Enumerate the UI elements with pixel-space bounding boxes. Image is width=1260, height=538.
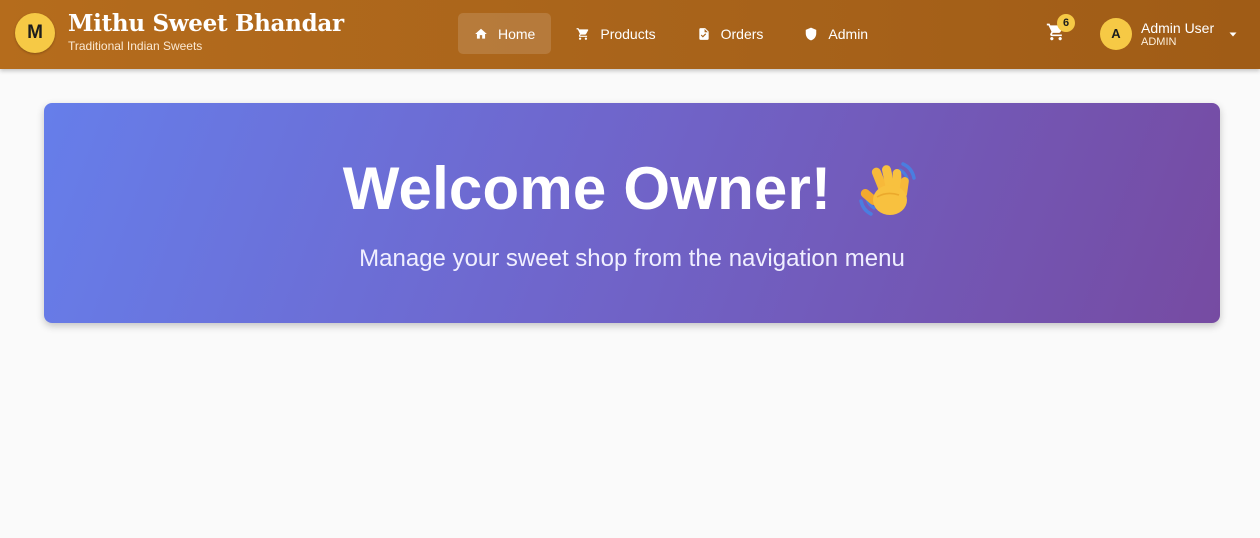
home-icon <box>474 27 488 41</box>
user-name: Admin User <box>1141 19 1215 36</box>
nav-item-label: Products <box>600 25 656 42</box>
welcome-title-row: Welcome Owner! <box>44 155 1220 223</box>
brand-subtitle: Traditional Indian Sweets <box>68 39 203 53</box>
caret-down-icon <box>1228 29 1238 39</box>
welcome-subtitle: Manage your sweet shop from the navigati… <box>359 245 905 272</box>
welcome-banner: Welcome Owner! Manage your sweet shop fr… <box>44 103 1220 323</box>
nav-item-label: Home <box>498 25 536 42</box>
avatar: A <box>1100 18 1132 50</box>
app-bar: M Mithu Sweet Bhandar Traditional Indian… <box>0 0 1260 69</box>
nav-item-orders[interactable]: Orders <box>681 13 780 54</box>
nav-item-products[interactable]: Products <box>560 13 671 54</box>
shield-icon <box>804 27 818 41</box>
cart-button[interactable]: 6 <box>1046 14 1075 44</box>
main-nav: Home Products Orders Admin <box>458 13 893 54</box>
waving-hand-icon <box>855 157 921 223</box>
brand-title[interactable]: Mithu Sweet Bhandar <box>68 10 344 38</box>
user-info: Admin User ADMIN <box>1141 20 1214 49</box>
cart-icon <box>576 27 590 41</box>
cart-count-badge: 6 <box>1057 14 1075 32</box>
brand-logo[interactable]: M <box>15 13 55 53</box>
nav-item-home[interactable]: Home <box>458 13 552 54</box>
welcome-title: Welcome Owner! <box>342 155 832 222</box>
receipt-icon <box>697 27 711 41</box>
nav-item-label: Admin <box>828 25 869 42</box>
nav-item-admin[interactable]: Admin <box>788 13 884 54</box>
nav-item-label: Orders <box>720 25 764 42</box>
user-menu[interactable]: A Admin User ADMIN <box>1100 17 1238 51</box>
user-role: ADMIN <box>1141 35 1177 48</box>
